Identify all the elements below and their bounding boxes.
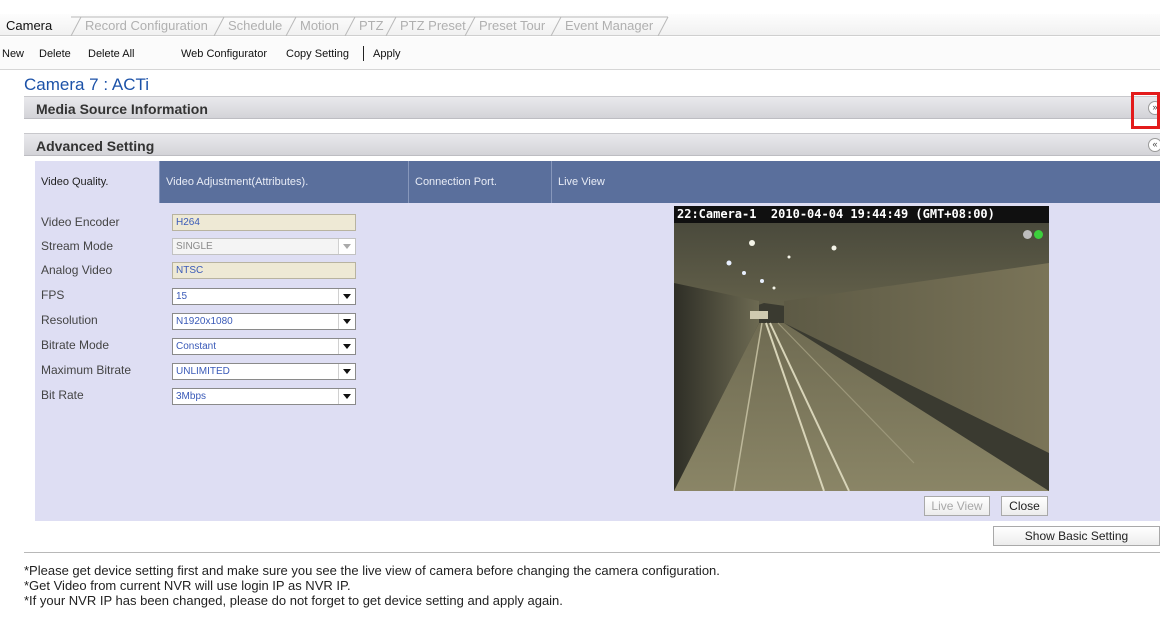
main-tab-bar: Camera Record Configuration Schedule Mot… [0,14,1160,36]
bit-rate-label: Bit Rate [41,388,84,402]
status-icons [963,210,1043,261]
video-encoder-label: Video Encoder [41,215,120,229]
note-line: *Get Video from current NVR will use log… [24,578,351,593]
delete-button[interactable]: Delete [39,48,71,60]
video-encoder-field: H264 [172,214,356,231]
resolution-select[interactable]: N1920x1080 [172,313,356,330]
bitrate-mode-label: Bitrate Mode [41,338,110,352]
camera-title: Camera 7 : ACTi [24,75,150,94]
subtab-video-adjustment[interactable]: Video Adjustment(Attributes). [160,161,409,203]
toolbar-divider [363,46,364,61]
media-source-section-header[interactable]: Media Source Information » [24,96,1160,119]
subtab-live-view[interactable]: Live View [552,161,752,203]
web-configurator-button[interactable]: Web Configurator [181,48,267,60]
resolution-label: Resolution [41,313,98,327]
dropdown-arrow-icon[interactable] [338,314,355,329]
notes-divider [24,552,1160,553]
dropdown-arrow-icon[interactable] [338,389,355,404]
delete-all-button[interactable]: Delete All [88,48,134,60]
bitrate-mode-value: Constant [176,341,217,352]
dropdown-arrow-icon [338,239,355,254]
sub-tab-bar: Video Quality. Video Adjustment(Attribut… [35,161,1160,203]
toolbar: New Delete Delete All Web Configurator C… [0,37,1160,70]
show-basic-setting-button[interactable]: Show Basic Setting [993,526,1160,546]
highlight-box [1131,92,1160,129]
maximum-bitrate-value: UNLIMITED [176,366,230,377]
status-green-icon [1034,230,1043,239]
resolution-value: N1920x1080 [176,316,233,327]
advanced-setting-label: Advanced Setting [36,138,155,154]
status-grey-icon [1023,230,1032,239]
collapse-icon[interactable]: « [1148,138,1160,152]
live-view-button[interactable]: Live View [924,496,990,516]
bit-rate-select[interactable]: 3Mbps [172,388,356,405]
media-source-label: Media Source Information [36,101,208,117]
note-line: *If your NVR IP has been changed, please… [24,593,563,608]
advanced-setting-section-header[interactable]: Advanced Setting « [24,133,1160,156]
bit-rate-value: 3Mbps [176,391,207,402]
live-view-video[interactable]: 22:Camera-1 2010-04-04 19:44:49 (GMT+08:… [674,206,1049,491]
copy-setting-button[interactable]: Copy Setting [286,48,349,60]
note-line: *Please get device setting first and mak… [24,563,720,578]
close-button[interactable]: Close [1001,496,1048,516]
subtab-video-quality[interactable]: Video Quality. [35,161,160,203]
fps-value: 15 [176,291,188,302]
stream-mode-value: SINGLE [176,241,213,252]
tab-separators [70,16,669,36]
dropdown-arrow-icon[interactable] [338,364,355,379]
analog-video-field: NTSC [172,262,356,279]
maximum-bitrate-label: Maximum Bitrate [41,363,132,377]
dropdown-arrow-icon[interactable] [338,339,355,354]
stream-mode-label: Stream Mode [41,239,114,253]
tunnel-video-frame [674,223,1049,491]
notes: *Please get device setting first and mak… [24,563,720,608]
overlay-text: 22:Camera-1 2010-04-04 19:44:49 (GMT+08:… [677,207,995,221]
fps-label: FPS [41,288,65,302]
apply-button[interactable]: Apply [373,48,401,60]
maximum-bitrate-select[interactable]: UNLIMITED [172,363,356,380]
nvr-window: Camera Record Configuration Schedule Mot… [0,0,1160,628]
dropdown-arrow-icon[interactable] [338,289,355,304]
bitrate-mode-select[interactable]: Constant [172,338,356,355]
stream-mode-select: SINGLE [172,238,356,255]
live-view-overlay: 22:Camera-1 2010-04-04 19:44:49 (GMT+08:… [674,206,1049,239]
video-encoder-value: H264 [176,217,200,228]
new-button[interactable]: New [2,48,24,60]
subtab-connection-port[interactable]: Connection Port. [409,161,552,203]
analog-video-value: NTSC [176,265,204,276]
analog-video-label: Analog Video [41,263,113,277]
fps-select[interactable]: 15 [172,288,356,305]
